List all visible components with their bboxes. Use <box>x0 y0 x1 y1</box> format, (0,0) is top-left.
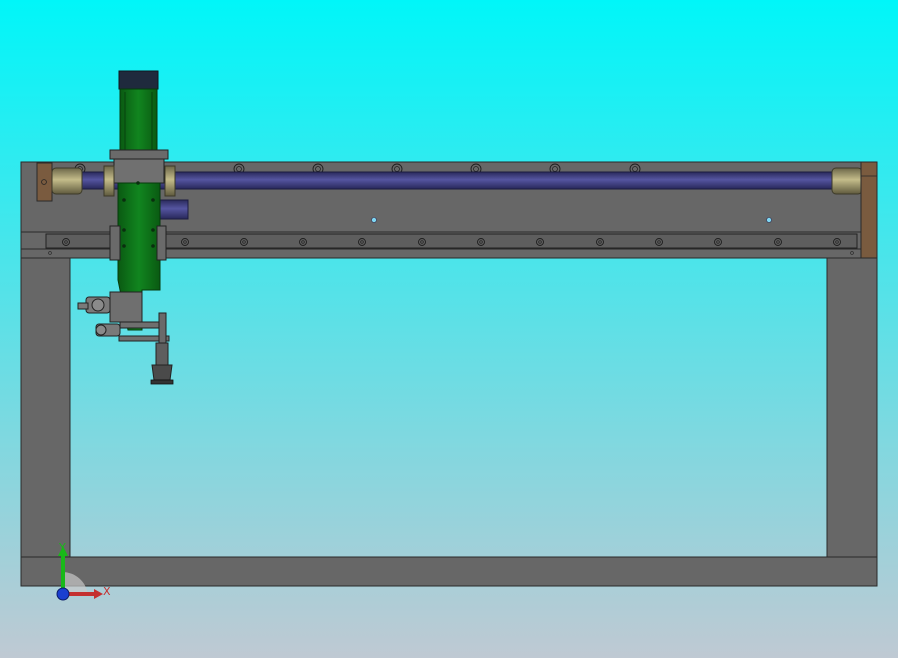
pneumatic-cylinder[interactable] <box>159 199 189 220</box>
plate-bolt <box>151 228 155 232</box>
plate-bolt <box>136 181 140 185</box>
plate-bolt <box>122 244 126 248</box>
plate-bolt <box>122 228 126 232</box>
vacuum-suction-cup[interactable] <box>155 342 169 366</box>
linear-guide-rail[interactable] <box>45 233 858 249</box>
plate-bolt <box>151 198 155 202</box>
cad-viewport[interactable]: Y X <box>0 0 898 658</box>
triad-z-axis <box>56 587 70 601</box>
triad-x-label: X <box>103 585 111 598</box>
plate-bolt <box>151 244 155 248</box>
triad-y-label: Y <box>58 541 66 554</box>
plate-bolt <box>122 198 126 202</box>
guide-rod[interactable] <box>59 171 851 190</box>
servo-motor[interactable] <box>118 70 159 90</box>
